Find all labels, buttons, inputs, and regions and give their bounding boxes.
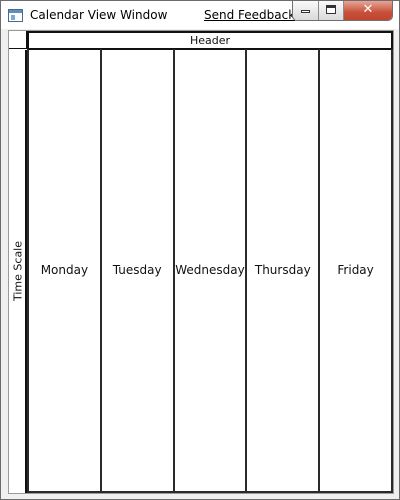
- day-column-tuesday[interactable]: Tuesday: [99, 49, 173, 491]
- maximize-button[interactable]: [319, 1, 344, 20]
- calendar-client-area: Header Time Scale Monday Tuesday Wednesd…: [8, 30, 394, 494]
- app-window-icon: [8, 9, 23, 22]
- title-bar[interactable]: Calendar View Window Send Feedback ✕: [1, 1, 399, 29]
- time-scale-column: Time Scale: [9, 50, 27, 493]
- day-column-wednesday[interactable]: Wednesday: [172, 49, 246, 491]
- calendar-header: Header: [27, 31, 393, 50]
- maximize-icon: [326, 5, 336, 14]
- app-icon-pane: [11, 15, 15, 20]
- calendar-view-window: Calendar View Window Send Feedback ✕ Hea…: [0, 0, 400, 500]
- minimize-button[interactable]: [293, 1, 319, 20]
- send-feedback-link[interactable]: Send Feedback: [204, 8, 295, 22]
- minimize-icon: [301, 10, 310, 13]
- day-columns: Monday Tuesday Wednesday Thursday Friday: [27, 49, 393, 493]
- time-scale-label: Time Scale: [11, 240, 25, 302]
- app-icon-bar: [9, 10, 22, 13]
- day-column-friday[interactable]: Friday: [318, 49, 393, 491]
- close-icon: ✕: [362, 2, 374, 17]
- window-title: Calendar View Window: [30, 8, 168, 22]
- corner-cell: [9, 31, 27, 49]
- close-button[interactable]: ✕: [344, 1, 392, 20]
- day-column-monday[interactable]: Monday: [27, 49, 100, 491]
- day-column-thursday[interactable]: Thursday: [245, 49, 318, 491]
- caption-buttons: ✕: [292, 1, 393, 21]
